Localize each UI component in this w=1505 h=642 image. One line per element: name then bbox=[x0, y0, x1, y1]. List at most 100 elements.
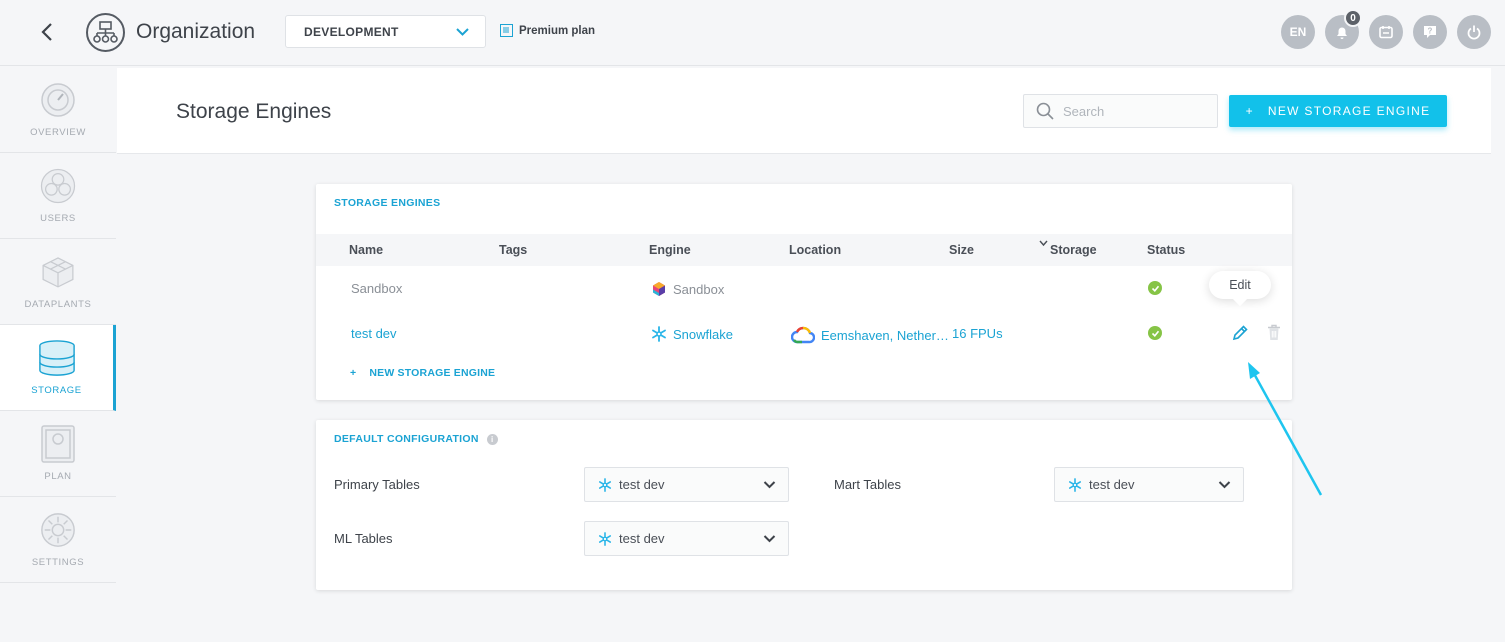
add-storage-engine-link[interactable]: + NEW STORAGE ENGINE bbox=[350, 367, 495, 379]
dashboard-gauge-icon bbox=[39, 81, 77, 119]
mart-tables-select[interactable]: test dev bbox=[1054, 467, 1244, 502]
sandbox-icon bbox=[653, 282, 665, 296]
users-icon bbox=[39, 167, 77, 205]
column-size[interactable]: Size bbox=[949, 243, 974, 257]
column-status[interactable]: Status bbox=[1147, 243, 1185, 257]
engine-location: Eemshaven, Nether… bbox=[791, 326, 949, 344]
status-ok-icon bbox=[1148, 326, 1162, 340]
card-title-label: DEFAULT CONFIGURATION bbox=[334, 433, 479, 445]
status-ok-icon bbox=[1148, 281, 1162, 295]
organization-logo-icon bbox=[86, 13, 125, 52]
plan-label: Premium plan bbox=[519, 24, 596, 37]
table-header: Name Tags Engine Location Size Storage S… bbox=[316, 234, 1292, 266]
database-icon bbox=[38, 339, 76, 377]
sidebar-item-settings[interactable]: SETTINGS bbox=[0, 497, 116, 583]
help-button[interactable]: ? bbox=[1413, 15, 1447, 49]
page-header: Storage Engines + NEW STORAGE ENGINE bbox=[117, 68, 1491, 154]
ml-tables-select[interactable]: test dev bbox=[584, 521, 789, 556]
sidebar-item-label: SETTINGS bbox=[31, 557, 85, 568]
sidebar-item-label: USERS bbox=[40, 213, 76, 224]
plan-document-icon bbox=[39, 425, 77, 463]
column-location[interactable]: Location bbox=[789, 243, 841, 257]
table-row[interactable]: Sandbox Sandbox bbox=[316, 267, 1292, 311]
plus-icon: + bbox=[350, 367, 357, 379]
engine-location-label: Eemshaven, Nether… bbox=[821, 327, 949, 343]
google-cloud-icon bbox=[791, 326, 815, 344]
add-storage-engine-label: NEW STORAGE ENGINE bbox=[369, 367, 496, 379]
sidebar-item-users[interactable]: USERS bbox=[0, 153, 116, 239]
search-input[interactable] bbox=[1063, 103, 1203, 119]
plan-icon bbox=[500, 24, 513, 37]
snowflake-icon bbox=[652, 326, 666, 342]
engine-type-label: Snowflake bbox=[673, 326, 733, 342]
snowflake-icon bbox=[598, 477, 612, 492]
engine-size: 16 FPUs bbox=[952, 326, 1003, 341]
snowflake-icon bbox=[598, 531, 612, 546]
logout-button[interactable] bbox=[1457, 15, 1491, 49]
environment-select[interactable]: DEVELOPMENT bbox=[285, 15, 486, 48]
default-configuration-card: DEFAULT CONFIGURATION i Primary Tables t… bbox=[316, 420, 1292, 590]
top-bar: Organization DEVELOPMENT Premium plan EN… bbox=[0, 0, 1505, 66]
sidebar-item-overview[interactable]: OVERVIEW bbox=[0, 67, 116, 153]
calendar-icon bbox=[1379, 26, 1393, 39]
engine-name[interactable]: test dev bbox=[351, 326, 397, 341]
sidebar-item-label: STORAGE bbox=[31, 385, 82, 396]
info-icon[interactable]: i bbox=[486, 433, 498, 445]
snowflake-icon bbox=[1068, 477, 1082, 492]
new-storage-engine-button[interactable]: + NEW STORAGE ENGINE bbox=[1229, 95, 1447, 127]
chevron-down-icon bbox=[1218, 478, 1231, 494]
main-content: Storage Engines + NEW STORAGE ENGINE STO… bbox=[117, 68, 1491, 642]
environment-value: DEVELOPMENT bbox=[304, 24, 399, 39]
page-title: Storage Engines bbox=[176, 100, 332, 123]
sidebar-item-label: PLAN bbox=[44, 471, 72, 482]
column-storage[interactable]: Storage bbox=[1039, 240, 1097, 257]
engine-type: Snowflake bbox=[651, 326, 733, 342]
calendar-button[interactable] bbox=[1369, 15, 1403, 49]
plus-icon: + bbox=[1245, 104, 1254, 118]
trash-icon[interactable] bbox=[1267, 324, 1281, 341]
engine-type: Sandbox bbox=[651, 281, 724, 297]
organization-title: Organization bbox=[136, 20, 256, 43]
search-box[interactable] bbox=[1023, 94, 1218, 128]
mart-tables-value: test dev bbox=[1089, 477, 1135, 492]
column-storage-label: Storage bbox=[1050, 243, 1097, 257]
chevron-down-icon bbox=[763, 478, 776, 494]
new-storage-engine-label: NEW STORAGE ENGINE bbox=[1267, 104, 1431, 118]
edit-pencil-icon[interactable] bbox=[1231, 324, 1249, 342]
card-title: STORAGE ENGINES bbox=[334, 197, 441, 209]
primary-tables-label: Primary Tables bbox=[334, 477, 420, 492]
column-tags[interactable]: Tags bbox=[499, 243, 527, 257]
edit-tooltip: Edit bbox=[1209, 271, 1271, 299]
engine-name[interactable]: Sandbox bbox=[351, 281, 402, 296]
sidebar-item-plan[interactable]: PLAN bbox=[0, 411, 116, 497]
storage-engines-card: STORAGE ENGINES Name Tags Engine Locatio… bbox=[316, 184, 1292, 400]
card-title: DEFAULT CONFIGURATION i bbox=[334, 433, 498, 445]
bell-icon bbox=[1337, 27, 1347, 39]
sidebar-item-dataplants[interactable]: DATAPLANTS bbox=[0, 239, 116, 325]
mart-tables-label: Mart Tables bbox=[834, 477, 901, 492]
engine-type-label: Sandbox bbox=[673, 281, 725, 297]
column-engine[interactable]: Engine bbox=[649, 243, 691, 257]
help-chat-icon: ? bbox=[1424, 26, 1436, 38]
table-row[interactable]: test dev Snowflake Eemshaven, Nether… 16… bbox=[316, 312, 1292, 356]
ml-tables-value: test dev bbox=[619, 531, 665, 546]
sidebar-item-storage[interactable]: STORAGE bbox=[0, 325, 116, 411]
top-icons: EN 0 ? bbox=[1281, 9, 1491, 49]
plan-indicator[interactable]: Premium plan bbox=[500, 24, 595, 37]
chevron-down-icon bbox=[763, 532, 776, 548]
svg-text:?: ? bbox=[1428, 27, 1433, 36]
power-icon bbox=[1467, 25, 1481, 40]
sidebar: OVERVIEW USERS DATAPLANTS STORAGE PLAN S… bbox=[0, 67, 116, 583]
primary-tables-value: test dev bbox=[619, 477, 665, 492]
notifications-button[interactable]: 0 bbox=[1325, 9, 1362, 49]
sidebar-item-label: DATAPLANTS bbox=[24, 299, 92, 310]
sort-chevron-icon bbox=[1039, 240, 1048, 247]
back-arrow-icon[interactable] bbox=[36, 20, 58, 44]
sidebar-item-label: OVERVIEW bbox=[30, 127, 86, 138]
column-name[interactable]: Name bbox=[349, 243, 383, 257]
notifications-badge: 0 bbox=[1344, 9, 1362, 27]
primary-tables-select[interactable]: test dev bbox=[584, 467, 789, 502]
language-button[interactable]: EN bbox=[1281, 15, 1315, 49]
cubes-icon bbox=[39, 253, 77, 291]
search-icon bbox=[1036, 102, 1054, 120]
